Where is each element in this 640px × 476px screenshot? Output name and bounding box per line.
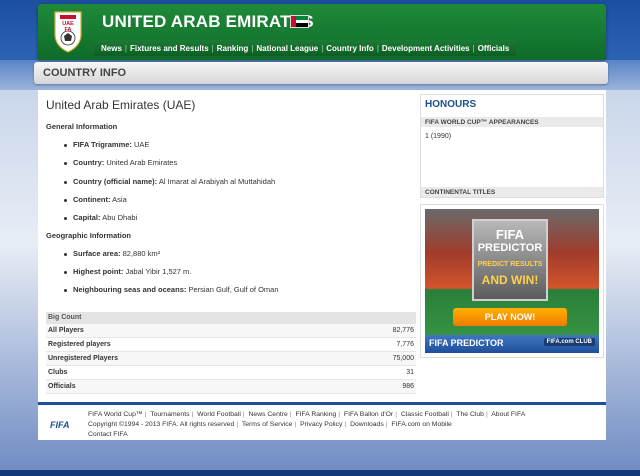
info-row-highest-point: Highest point: Jabal Yibir 1,527 m. xyxy=(64,267,191,276)
footer-link-ballon-dor[interactable]: FIFA Ballon d'Or xyxy=(344,411,393,418)
footer-link-classic-football[interactable]: Classic Football xyxy=(401,411,449,418)
nav-ranking[interactable]: Ranking xyxy=(214,44,252,53)
footer-link-mobile[interactable]: FIFA.com on Mobile xyxy=(391,421,451,428)
footer-links-row2: Copyright ©1994 - 2013 FIFA. All rights … xyxy=(88,421,452,428)
world-cup-appearances-label: FIFA WORLD CUP™ APPEARANCES xyxy=(421,117,603,127)
general-info-heading: General Information xyxy=(46,122,118,131)
info-row-country: Country: United Arab Emirates xyxy=(64,158,177,167)
play-now-button[interactable]: PLAY NOW! xyxy=(453,308,567,326)
info-row-surface-area: Surface area: 82,880 km² xyxy=(64,249,160,258)
main-nav: News | Fixtures and Results | Ranking | … xyxy=(94,40,517,56)
info-row-official-name: Country (official name): Al Imarat al Ar… xyxy=(64,177,275,186)
country-heading: United Arab Emirates (UAE) xyxy=(46,98,196,112)
fifa-logo[interactable]: FIFA xyxy=(50,420,70,430)
world-cup-appearances-value: 1 (1990) xyxy=(425,133,452,140)
promo-footer: FIFA PREDICTOR FIFA.com CLUB xyxy=(425,335,599,353)
promo-board: FIFA PREDICTOR PREDICT RESULTS AND WIN! xyxy=(472,219,548,301)
table-row: Officials 986 xyxy=(46,380,416,394)
table-row: All Players 82,776 xyxy=(46,324,416,338)
honours-title: HONOURS xyxy=(425,99,477,110)
nav-officials[interactable]: Officials xyxy=(475,44,513,53)
uae-flag-icon xyxy=(290,15,309,28)
table-row: Registered players 7,776 xyxy=(46,338,416,352)
footer-link-tournaments[interactable]: Tournaments xyxy=(150,411,189,418)
footer-contact-row: Contact FIFA xyxy=(88,431,128,438)
footer-links-row1: FIFA World Cup™ | Tournaments | World Foot… xyxy=(88,411,526,418)
logo-text: UAE FA xyxy=(62,21,74,33)
page-title: COUNTRY INFO xyxy=(43,67,127,79)
fifa-predictor-banner[interactable]: FIFA PREDICTOR PREDICT RESULTS AND WIN! … xyxy=(420,204,604,358)
footer-link-world-football[interactable]: World Football xyxy=(197,411,241,418)
info-row-seas: Neighbouring seas and oceans: Persian Gu… xyxy=(64,285,279,294)
nav-fixtures-and-results[interactable]: Fixtures and Results xyxy=(127,44,212,53)
table-row: Clubs 31 xyxy=(46,366,416,380)
main-content: United Arab Emirates (UAE) General Infor… xyxy=(38,90,606,402)
footer-link-news-centre[interactable]: News Centre xyxy=(249,411,288,418)
big-count-rows: All Players 82,776 Registered players 7,77… xyxy=(46,324,416,394)
nav-country-info[interactable]: Country Info xyxy=(323,44,377,53)
info-row-trigramme: FIFA Trigramme: UAE xyxy=(64,140,149,149)
footer-link-terms[interactable]: Terms of Service xyxy=(242,421,293,428)
promo-image[interactable]: FIFA PREDICTOR PREDICT RESULTS AND WIN! … xyxy=(425,209,599,353)
promo-line3: PREDICT RESULTS xyxy=(477,261,543,268)
site-footer: FIFA FIFA World Cup™ | Tournaments | World… xyxy=(38,402,606,440)
big-count-heading: Big Count xyxy=(46,312,416,324)
footer-link-the-club[interactable]: The Club xyxy=(456,411,484,418)
promo-footer-title: FIFA PREDICTOR xyxy=(429,338,504,348)
copyright-text: Copyright ©1994 - 2013 FIFA. All rights … xyxy=(88,421,235,428)
promo-line2: PREDICTOR xyxy=(477,242,543,254)
nav-news[interactable]: News xyxy=(98,44,125,53)
page-title-bar: COUNTRY INFO xyxy=(34,62,608,84)
promo-line4: AND WIN! xyxy=(481,273,539,287)
honours-panel: HONOURS FIFA WORLD CUP™ APPEARANCES 1 (1… xyxy=(420,94,604,198)
bottom-strip xyxy=(0,470,640,476)
footer-link-privacy[interactable]: Privacy Policy xyxy=(300,421,342,428)
footer-link-about-fifa[interactable]: About FIFA xyxy=(491,411,525,418)
footer-link-world-cup[interactable]: FIFA World Cup™ xyxy=(88,411,143,418)
footer-link-contact[interactable]: Contact FIFA xyxy=(88,431,128,438)
nav-national-league[interactable]: National League xyxy=(253,44,321,53)
info-row-capital: Capital: Abu Dhabi xyxy=(64,213,137,222)
geographic-info-heading: Geographic Information xyxy=(46,231,132,240)
continental-titles-label: CONTINENTAL TITLES xyxy=(421,187,603,197)
site-header: UAE FA UNITED ARAB EMIRATES News | Fixtu… xyxy=(38,4,606,60)
uae-fa-logo[interactable]: UAE FA xyxy=(52,8,84,54)
footer-link-fifa-ranking[interactable]: FIFA Ranking xyxy=(295,411,336,418)
fifa-club-badge[interactable]: FIFA.com CLUB xyxy=(543,338,595,346)
promo-line1: FIFA xyxy=(495,227,525,242)
info-row-continent: Continent: Asia xyxy=(64,195,127,204)
nav-development-activities[interactable]: Development Activities xyxy=(379,44,473,53)
footer-link-downloads[interactable]: Downloads xyxy=(350,421,384,428)
table-row: Unregistered Players 75,000 xyxy=(46,352,416,366)
site-title: UNITED ARAB EMIRATES xyxy=(102,12,314,31)
big-count-table: Big Count All Players 82,776 Registered p… xyxy=(46,312,416,394)
